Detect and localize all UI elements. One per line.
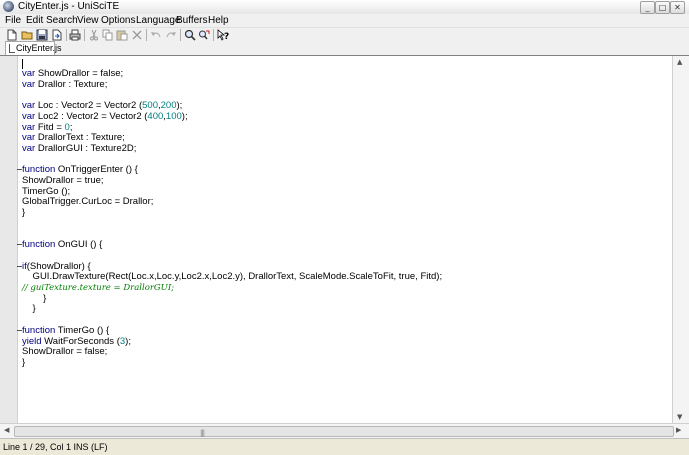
toolbar-separator xyxy=(66,29,67,41)
menu-bar: File Edit Search View Options Language B… xyxy=(0,14,689,27)
title-bar[interactable]: CityEnter.js - UniSciTE _ □ ✕ xyxy=(0,0,689,15)
code-line[interactable]: function TimerGo () { xyxy=(22,325,109,336)
code-line[interactable]: var Loc : Vector2 = Vector2 (500,200); xyxy=(22,100,182,111)
tab-strip: CityEnter.js xyxy=(0,41,689,55)
code-line[interactable]: } xyxy=(22,293,46,304)
code-line[interactable]: var Loc2 : Vector2 = Vector2 (400,100); xyxy=(22,111,188,122)
code-line[interactable]: function OnGUI () { xyxy=(22,239,102,250)
scroll-left-icon[interactable]: ◀ xyxy=(4,426,9,434)
print-icon[interactable] xyxy=(69,29,81,41)
code-line[interactable]: GlobalTrigger.CurLoc = Drallor; xyxy=(22,196,153,207)
code-line[interactable]: var ShowDrallor = false; xyxy=(22,68,123,79)
code-line[interactable]: function OnTriggerEnter () { xyxy=(22,164,138,175)
code-line[interactable]: var Drallor : Texture; xyxy=(22,79,107,90)
cut-icon[interactable] xyxy=(88,29,100,41)
menu-edit[interactable]: Edit xyxy=(26,14,43,27)
code-editor[interactable]: var ShowDrallor = false; var Drallor : Te… xyxy=(0,55,689,424)
code-line[interactable]: ShowDrallor = false; xyxy=(22,346,107,357)
toolbar: ? xyxy=(0,27,689,42)
code-line[interactable]: yield WaitForSeconds (3); xyxy=(22,336,131,347)
code-line[interactable]: ShowDrallor = true; xyxy=(22,175,104,186)
menu-help[interactable]: Help xyxy=(208,14,229,27)
grip-icon: ||| xyxy=(200,429,205,437)
menu-options[interactable]: Options xyxy=(101,14,135,27)
menu-view[interactable]: View xyxy=(77,14,99,27)
toolbar-separator xyxy=(146,29,147,41)
paste-icon[interactable] xyxy=(116,29,128,41)
minimize-button[interactable]: _ xyxy=(640,1,655,14)
status-bar: Line 1 / 29, Col 1 INS (LF) xyxy=(0,438,689,455)
horizontal-scroll-thumb[interactable]: ||| xyxy=(14,426,674,437)
close-button[interactable]: ✕ xyxy=(670,1,685,14)
code-line[interactable]: var Fitd = 0; xyxy=(22,122,72,133)
menu-buffers[interactable]: Buffers xyxy=(176,14,208,27)
horizontal-scrollbar[interactable]: ◀ ||| ▶ xyxy=(0,423,689,438)
code-line[interactable]: } xyxy=(22,207,25,218)
code-line[interactable]: TimerGo (); xyxy=(22,186,70,197)
copy-icon[interactable] xyxy=(102,29,114,41)
app-icon[interactable] xyxy=(3,1,14,12)
maximize-button[interactable]: □ xyxy=(655,1,670,14)
code-line[interactable]: var DrallorGUI : Texture2D; xyxy=(22,143,136,154)
save-icon[interactable] xyxy=(36,29,48,41)
code-line[interactable]: } xyxy=(22,357,25,368)
code-line[interactable]: } xyxy=(22,303,36,314)
tab-label: CityEnter.js xyxy=(16,43,62,53)
scroll-right-icon[interactable]: ▶ xyxy=(676,426,681,434)
document-icon xyxy=(9,44,15,53)
code-line[interactable]: // guiTexture.texture = DrallorGUI; xyxy=(22,282,174,293)
scroll-down-icon[interactable]: ▼ xyxy=(677,413,682,421)
code-line[interactable]: GUI.DrawTexture(Rect(Loc.x,Loc.y,Loc2.x,… xyxy=(22,271,443,282)
tab-cityenter-js[interactable]: CityEnter.js xyxy=(5,41,62,55)
redo-icon[interactable] xyxy=(165,29,177,41)
menu-file[interactable]: File xyxy=(5,14,21,27)
toolbar-separator xyxy=(180,29,181,41)
status-text: Line 1 / 29, Col 1 INS (LF) xyxy=(3,442,108,452)
code-line[interactable]: if(ShowDrallor) { xyxy=(22,261,91,272)
help-icon[interactable]: ? xyxy=(217,29,229,41)
toolbar-separator xyxy=(213,29,214,41)
replace-icon[interactable] xyxy=(198,29,210,41)
undo-icon[interactable] xyxy=(150,29,162,41)
code-line[interactable]: var DrallorText : Texture; xyxy=(22,132,125,143)
toolbar-separator xyxy=(84,29,85,41)
scroll-up-icon[interactable]: ▲ xyxy=(677,58,682,66)
new-file-icon[interactable] xyxy=(6,29,18,41)
vertical-scrollbar[interactable]: ▲ ▼ xyxy=(672,56,689,424)
menu-search[interactable]: Search xyxy=(46,14,78,27)
menu-language[interactable]: Language xyxy=(136,14,181,27)
save-as-icon[interactable] xyxy=(51,29,63,41)
window-title: CityEnter.js - UniSciTE xyxy=(18,1,120,12)
svg-text:?: ? xyxy=(224,32,229,41)
find-icon[interactable] xyxy=(184,29,196,41)
delete-icon[interactable] xyxy=(131,29,143,41)
open-folder-icon[interactable] xyxy=(21,29,33,41)
